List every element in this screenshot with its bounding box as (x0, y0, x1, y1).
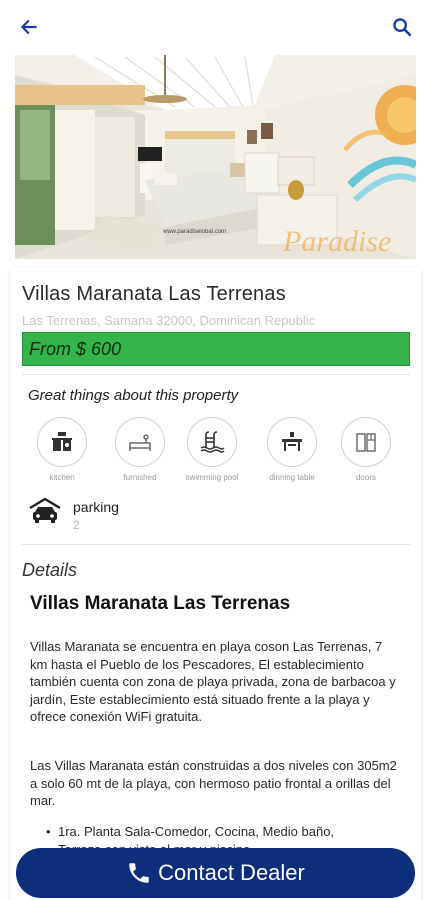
search-icon (393, 18, 412, 37)
phone-icon (129, 863, 149, 883)
parking-label: parking (73, 499, 119, 515)
property-title: Villas Maranata Las Terrenas (22, 283, 286, 305)
amenity-label: doors (355, 473, 376, 482)
amenity-dining-table[interactable]: dinning table (255, 417, 329, 482)
app-bar (0, 0, 431, 54)
divider (22, 544, 410, 545)
amenity-label: swimming pool (185, 473, 239, 482)
listing-card: Villas Maranata Las Terrenas Las Terrena… (10, 268, 421, 900)
paradise-logo-text: Paradise (282, 225, 391, 258)
property-photo[interactable]: www.paradiselobal.com Paradise (15, 55, 416, 259)
parking-count: 2 (73, 518, 80, 532)
amenity-swimming-pool[interactable]: swimming pool (175, 417, 249, 482)
amenity-furnished[interactable]: furnished (103, 417, 177, 482)
doors-icon (356, 433, 376, 452)
swimming-pool-icon (200, 431, 225, 453)
parking-row: parking 2 (28, 496, 228, 536)
arrow-left-icon (21, 20, 37, 34)
contact-dealer-label: Contact Dealer (158, 860, 305, 885)
car-icon (29, 497, 61, 523)
amenity-label: dinning table (269, 473, 315, 482)
photo-watermark: www.paradiselobal.com (162, 229, 226, 235)
details-heading: Details (22, 560, 78, 580)
amenity-kitchen[interactable]: kitchen (25, 417, 99, 482)
contact-dealer-button[interactable]: Contact Dealer (16, 848, 415, 898)
amenity-label: furnished (123, 473, 157, 482)
amenity-label: kitchen (49, 473, 75, 482)
divider (22, 374, 410, 375)
amenities-heading: Great things about this property (28, 387, 239, 404)
bedroom-photo: www.paradiselobal.com Paradise (15, 55, 416, 259)
details-title: Villas Maranata Las Terrenas (30, 593, 291, 614)
details-paragraph: Villas Maranata se encuentra en playa co… (30, 639, 396, 724)
details-paragraph: Las Villas Maranata están construidas a … (30, 758, 397, 808)
kitchen-icon (52, 432, 72, 451)
furnished-icon (129, 434, 151, 451)
back-button[interactable] (14, 12, 44, 42)
search-button[interactable] (387, 12, 417, 42)
amenity-doors[interactable]: doors (329, 417, 403, 482)
price-label: From $ 600 (29, 338, 122, 359)
property-address: Las Terrenas, Samana 32000, Dominican Re… (22, 313, 316, 328)
dining-table-icon (282, 432, 302, 451)
price-banner: From $ 600 (22, 332, 410, 366)
details-bullet: 1ra. Planta Sala-Comedor, Cocina, Medio … (46, 824, 334, 839)
